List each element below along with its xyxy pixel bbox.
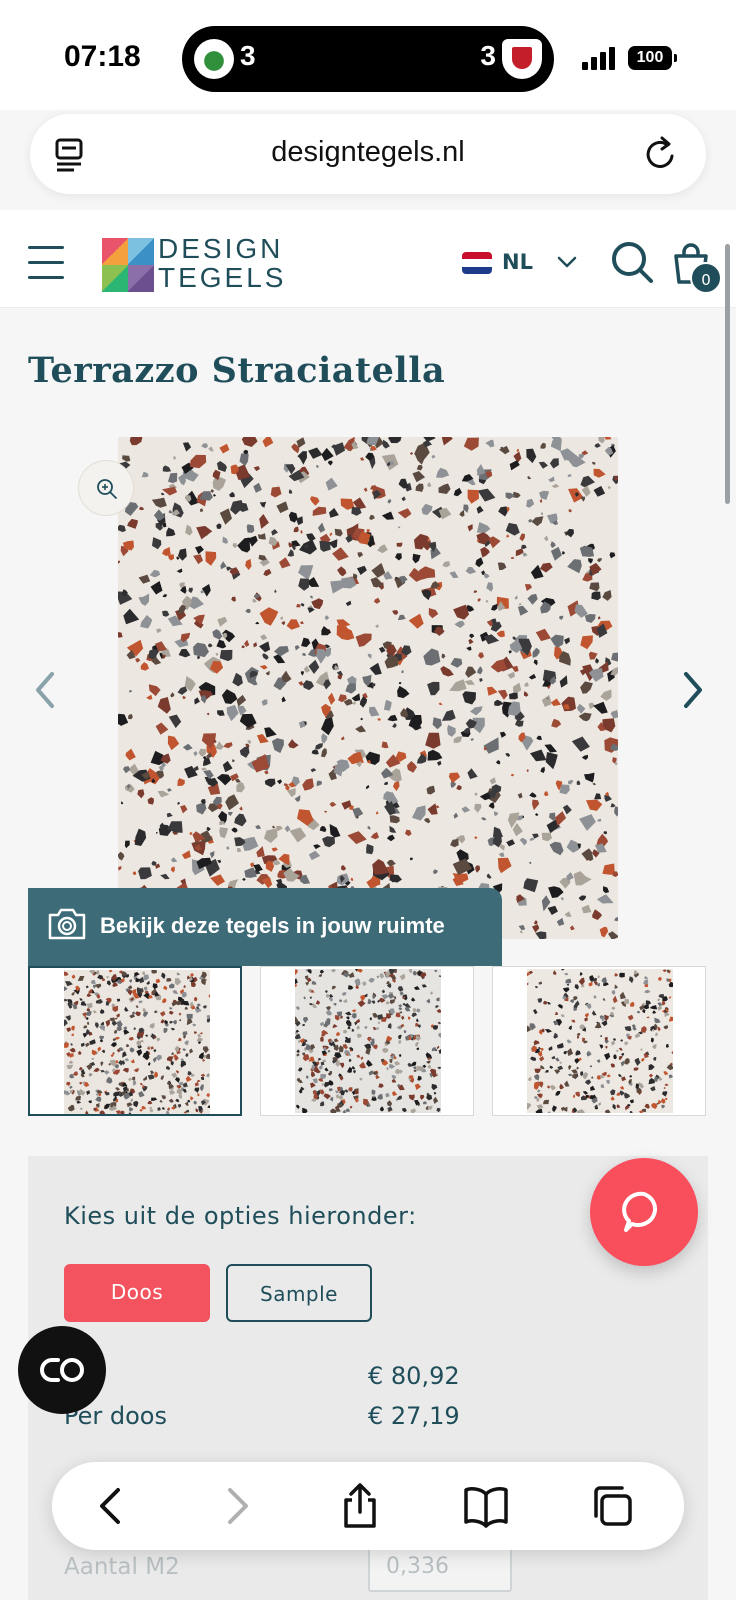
reload-icon[interactable] [644,136,678,172]
battery-indicator: 100 [628,46,677,70]
cellular-signal-icon [582,46,618,70]
option-sample-button[interactable]: Sample [226,1264,372,1322]
thumbnail-2[interactable] [260,966,474,1116]
cookie-consent-button[interactable] [18,1326,106,1414]
product-title: Terrazzo Straciatella [28,350,446,391]
menu-hamburger-icon[interactable] [28,246,64,280]
home-team-crest-icon [194,39,234,79]
home-score: 3 [240,40,256,71]
terrazzo-chip [509,692,518,700]
address-bar[interactable]: designtegels.nl [30,114,706,194]
terrazzo-chip [591,591,601,601]
browser-toolbar [52,1462,684,1550]
options-heading: Kies uit de opties hieronder: [64,1202,417,1230]
view-in-room-label: Bekijk deze tegels in jouw ruimte [100,913,445,938]
terrazzo-chip [110,1017,115,1022]
site-header: DESIGN TEGELS NL 0 [0,210,736,308]
option-box-button[interactable]: Doos [64,1264,210,1322]
page-scrollbar[interactable] [725,244,730,504]
chat-bubble-icon [622,1191,658,1232]
thumbnail-image [64,970,210,1114]
dynamic-island-live-score[interactable]: 3 3 [182,26,554,92]
chevron-down-icon[interactable] [556,254,578,270]
logo-line-2: TEGELS [158,262,287,293]
terrazzo-chip [151,970,157,974]
quantity-label: Aantal M2 [64,1554,180,1580]
away-team-crest-icon [502,39,542,79]
terrazzo-chip [624,999,630,1005]
forward-icon[interactable] [212,1482,260,1530]
tabs-overview-icon[interactable] [588,1482,636,1530]
search-icon[interactable] [610,240,654,284]
cart-count-badge[interactable]: 0 [690,262,722,294]
thumbnail-image [527,969,673,1113]
terrazzo-chip [619,972,625,978]
cookie-settings-icon [40,1358,84,1382]
view-in-room-banner[interactable]: Bekijk deze tegels in jouw ruimte [28,888,502,966]
chat-button[interactable] [590,1158,698,1266]
thumbnail-image [295,969,441,1113]
back-icon[interactable] [88,1482,136,1530]
price-value-per-box: € 27,19 [368,1402,460,1430]
terrazzo-chip [407,1016,411,1020]
thumbnail-3[interactable] [492,966,706,1116]
away-score: 3 [480,40,496,71]
thumbnail-strip [28,966,706,1116]
terrazzo-chip [246,524,255,533]
bookmarks-book-icon[interactable] [462,1482,510,1530]
language-selector[interactable]: NL [502,250,533,274]
terrazzo-chip [186,1013,193,1020]
clock: 07:18 [64,40,141,73]
logo-line-1: DESIGN [158,233,284,264]
status-bar: 07:18 3 3 100 [0,0,736,110]
logo-mark[interactable] [102,238,154,292]
url-text[interactable]: designtegels.nl [30,136,706,169]
netherlands-flag-icon[interactable] [462,252,492,274]
zoom-in-icon [97,479,117,499]
share-icon[interactable] [336,1482,384,1530]
camera-icon [48,908,86,940]
next-image-chevron-icon[interactable] [678,668,708,712]
zoom-button[interactable] [78,460,134,516]
product-main-image[interactable] [118,437,618,939]
previous-image-chevron-icon[interactable] [30,668,60,712]
thumbnail-1[interactable] [28,966,242,1116]
logo-wordmark[interactable]: DESIGN TEGELS [158,234,286,292]
price-value-m2: € 80,92 [368,1362,460,1390]
